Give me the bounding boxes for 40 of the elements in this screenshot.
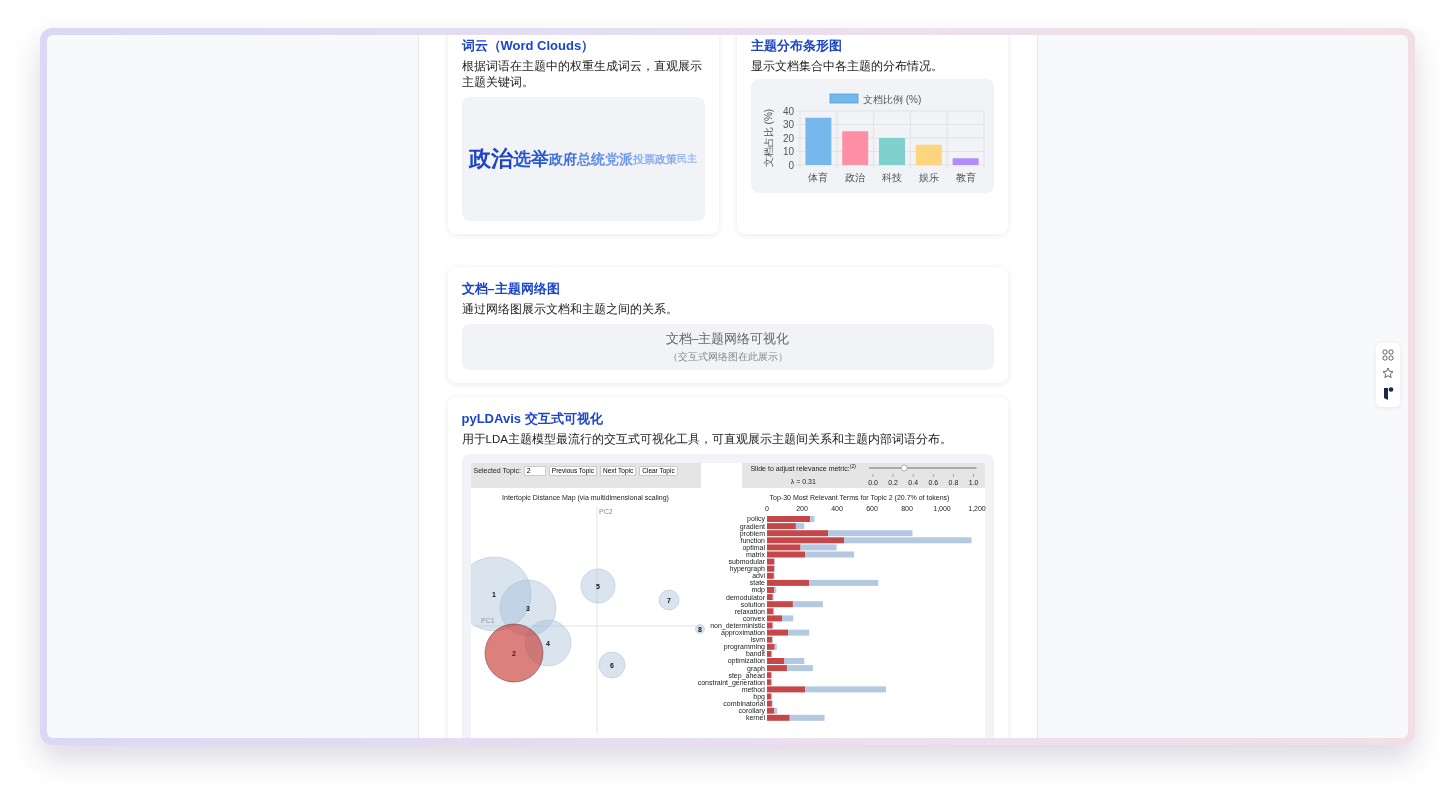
card-title: 文档–主题网络图: [461, 280, 561, 297]
cloud-word: 总统: [577, 152, 605, 166]
axis-tick-label: 10: [782, 146, 794, 157]
cloud-word: 政策: [655, 153, 677, 165]
axis-tick-label: 科技: [881, 172, 902, 183]
card-description: 根据词语在主题中的权重生成词云，直观展示主题关键词。: [461, 59, 703, 90]
legend-label: 文档比例 (%): [862, 93, 921, 105]
cloud-word: 政府: [549, 152, 577, 166]
star-icon[interactable]: [1382, 367, 1394, 379]
placeholder-note: （交互式网络图在此展示）: [667, 349, 788, 364]
card-description: 显示文档集合中各主题的分布情况。: [750, 59, 944, 74]
axis-tick-label: 30: [782, 119, 794, 130]
cloud-word: 投票: [633, 153, 655, 165]
axis-tick-label: 20: [782, 132, 794, 144]
brand-logo[interactable]: [1384, 387, 1394, 400]
cloud-word: 政治: [469, 148, 513, 170]
chart-bar: [841, 131, 868, 165]
axis-tick-label: 体育: [807, 172, 828, 183]
slider-thumb[interactable]: [900, 464, 908, 472]
legend-swatch: [829, 93, 858, 104]
card-title: 主题分布条形图: [750, 37, 843, 54]
chart-bar: [915, 144, 942, 165]
card-description: 通过网络图展示文档和主题之间的关系。: [461, 302, 679, 317]
grid-icon[interactable]: [1382, 349, 1394, 361]
cloud-word: 党派: [605, 152, 633, 166]
card-description: 用于LDA主题模型最流行的交互式可视化工具，可直观展示主题间关系和主题内部词语分布。: [461, 432, 953, 447]
axis-title: 文档占比 (%): [762, 108, 774, 168]
card-title: pyLDAvis 交互式可视化: [461, 410, 604, 427]
card-title: 词云（Word Clouds）: [461, 37, 596, 54]
placeholder-title: 文档–主题网络可视化: [665, 331, 790, 349]
axis-tick-label: 教育: [955, 172, 976, 183]
chart-bar: [804, 117, 831, 165]
chart-bar: [952, 158, 979, 165]
axis-tick-label: 娱乐: [918, 172, 939, 183]
cloud-word: 选举: [513, 150, 549, 168]
axis-tick-label: 40: [782, 105, 794, 117]
axis-tick-label: 政治: [844, 172, 865, 183]
axis-tick-label: 0: [787, 159, 794, 171]
cloud-word: 民主: [677, 154, 697, 164]
chart-bar: [878, 138, 905, 165]
